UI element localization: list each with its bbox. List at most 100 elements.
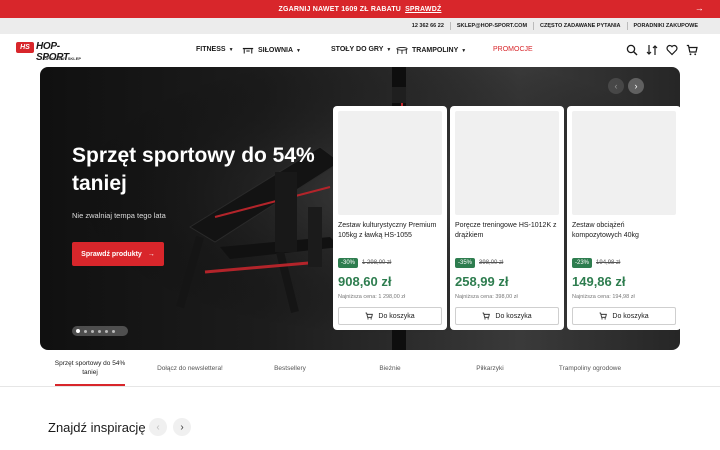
- faq-link[interactable]: CZĘSTO ZADAWANE PYTANIA: [533, 22, 626, 30]
- slider-dot[interactable]: [105, 329, 108, 333]
- nav-item-label: STOŁY DO GRY: [331, 46, 384, 53]
- add-to-cart-button[interactable]: Do koszyka: [338, 307, 442, 325]
- add-to-cart-button[interactable]: Do koszyka: [572, 307, 676, 325]
- chevron-down-icon: ▼: [296, 47, 301, 54]
- product-card[interactable]: Zestaw obciążeń kompozytowych 40kg -23% …: [567, 106, 680, 330]
- product-card[interactable]: Zestaw kulturystyczny Premium 105kg z ła…: [333, 106, 447, 330]
- heart-icon[interactable]: [666, 44, 678, 56]
- header-icons: [626, 44, 698, 56]
- cart-icon: [599, 312, 608, 320]
- tab-label: Trampoliny ogrodowe: [558, 364, 622, 372]
- nav-item-silownia[interactable]: SIŁOWNIA ▼: [242, 46, 301, 55]
- lowest-price-note: Najniższa cena: 194,98 zł: [572, 294, 635, 300]
- tab-pilkarzyki[interactable]: Piłkarzyki: [448, 350, 532, 386]
- compare-icon[interactable]: [646, 44, 658, 56]
- nav-item-label: SIŁOWNIA: [258, 47, 293, 54]
- chevron-down-icon: ▼: [228, 46, 234, 53]
- tab-sprzet-sportowy[interactable]: Sprzęt sportowy do 54% taniej: [48, 350, 132, 386]
- cart-icon: [482, 312, 491, 320]
- tab-bestsellery[interactable]: Bestsellery: [248, 350, 332, 386]
- product-title[interactable]: Zestaw kulturystyczny Premium 105kg z ła…: [338, 221, 442, 241]
- slider-dot[interactable]: [76, 329, 80, 333]
- slider-dot[interactable]: [84, 329, 87, 333]
- lowest-price-note: Najniższa cena: 398,00 zł: [455, 294, 518, 300]
- add-to-cart-label: Do koszyka: [495, 312, 532, 320]
- product-title[interactable]: Zestaw obciążeń kompozytowych 40kg: [572, 221, 676, 241]
- nav-item-stoly-do-gry[interactable]: STOŁY DO GRY ▼: [331, 46, 391, 53]
- product-price: 908,60 zł: [338, 274, 392, 289]
- promo-link[interactable]: SPRAWDŹ: [405, 6, 441, 13]
- add-to-cart-label: Do koszyka: [378, 312, 415, 320]
- chevron-right-icon: ›: [634, 81, 638, 91]
- add-to-cart-label: Do koszyka: [612, 312, 649, 320]
- divider: [0, 386, 720, 387]
- tab-label: Sprzęt sportowy do 54% taniej: [54, 360, 126, 376]
- product-image[interactable]: [455, 111, 559, 215]
- cart-icon[interactable]: [686, 44, 698, 56]
- nav-item-label: PROMOCJE: [493, 46, 533, 53]
- cart-icon: [365, 312, 374, 320]
- slider-dot[interactable]: [98, 329, 101, 333]
- tab-label: Bieżnie: [379, 364, 401, 372]
- tab-label: Dołącz do newslettera!: [157, 364, 223, 372]
- add-to-cart-button[interactable]: Do koszyka: [455, 307, 559, 325]
- slider-dot[interactable]: [112, 329, 115, 333]
- discount-badge: -23%: [572, 258, 593, 268]
- tab-bieznie[interactable]: Bieżnie: [348, 350, 432, 386]
- logo-mark: HS: [16, 42, 34, 53]
- old-price: 1 298,00 zł: [362, 260, 392, 266]
- tab-trampoliny-ogrodowe[interactable]: Trampoliny ogrodowe: [548, 350, 632, 386]
- email-link[interactable]: SKLEP@HOP-SPORT.COM: [449, 22, 533, 30]
- inspiration-next-button[interactable]: ›: [173, 418, 191, 436]
- product-card[interactable]: Poręcze treningowe HS-1012K z drążkiem -…: [450, 106, 564, 330]
- phone-link[interactable]: 12 362 66 22: [406, 22, 450, 30]
- product-title[interactable]: Poręcze treningowe HS-1012K z drążkiem: [455, 221, 559, 241]
- tab-newsletter[interactable]: Dołącz do newslettera!: [148, 350, 232, 386]
- section-title: Znajdź inspirację: [48, 420, 146, 435]
- slider-dot[interactable]: [91, 329, 94, 333]
- discount-badge: -30%: [338, 258, 359, 268]
- utility-links: 12 362 66 22 SKLEP@HOP-SPORT.COM CZĘSTO …: [406, 18, 704, 34]
- old-price: 194,98 zł: [596, 260, 621, 266]
- hero-banner: Sprzęt sportowy do 54% taniej Nie zwalni…: [40, 67, 680, 350]
- promo-bar[interactable]: ZGARNIJ NAWET 1609 ZŁ RABATU SPRAWDŹ →: [0, 0, 720, 18]
- site-header: HS HOP-SPORT OFICJALNY SKLEP FITNESS ▼ S…: [0, 34, 720, 68]
- carousel-prev-button[interactable]: ‹: [608, 78, 624, 94]
- chevron-down-icon: ▼: [386, 46, 392, 53]
- product-price-badges: -35% 398,00 zł: [455, 258, 503, 268]
- slider-dots: [72, 326, 128, 336]
- logo-subtitle: OFICJALNY SKLEP: [44, 56, 82, 61]
- hero-title: Sprzęt sportowy do 54% taniej: [72, 144, 315, 195]
- guides-link[interactable]: PORADNIKI ZAKUPOWE: [626, 22, 704, 30]
- discount-badge: -35%: [455, 258, 476, 268]
- promo-text: ZGARNIJ NAWET 1609 ZŁ RABATU: [278, 5, 402, 13]
- hero-cta-label: Sprawdź produkty: [81, 250, 142, 258]
- tab-label: Bestsellery: [274, 364, 306, 372]
- product-image[interactable]: [338, 111, 442, 215]
- product-price: 149,86 zł: [572, 274, 626, 289]
- nav-item-fitness[interactable]: FITNESS ▼: [196, 46, 234, 53]
- utility-bar: 12 362 66 22 SKLEP@HOP-SPORT.COM CZĘSTO …: [0, 18, 720, 34]
- nav-item-promocje[interactable]: PROMOCJE: [493, 46, 533, 53]
- hero-subtitle: Nie zwalniaj tempa tego lata: [72, 211, 166, 220]
- chevron-left-icon: ‹: [614, 81, 618, 91]
- product-price-badges: -30% 1 298,00 zł: [338, 258, 391, 268]
- product-price: 258,99 zł: [455, 274, 509, 289]
- hero-cta-button[interactable]: Sprawdź produkty →: [72, 242, 164, 266]
- lowest-price-note: Najniższa cena: 1 298,00 zł: [338, 294, 406, 300]
- arrow-right-icon[interactable]: →: [695, 3, 704, 13]
- nav-item-trampoliny[interactable]: TRAMPOLINY ▼: [396, 46, 466, 55]
- logo[interactable]: HS HOP-SPORT OFICJALNY SKLEP: [16, 41, 86, 63]
- chevron-left-icon: ‹: [156, 421, 160, 433]
- search-icon[interactable]: [626, 44, 638, 56]
- product-image[interactable]: [572, 111, 676, 215]
- inspiration-prev-button[interactable]: ‹: [149, 418, 167, 436]
- gym-bench-icon: [242, 47, 254, 54]
- chevron-right-icon: ›: [180, 421, 184, 433]
- tab-label: Piłkarzyki: [476, 364, 504, 372]
- carousel-next-button[interactable]: ›: [628, 78, 644, 94]
- product-price-badges: -23% 194,98 zł: [572, 258, 620, 268]
- old-price: 398,00 zł: [479, 260, 504, 266]
- hero-tabs: Sprzęt sportowy do 54% taniej Dołącz do …: [40, 350, 680, 386]
- arrow-right-icon: →: [147, 250, 155, 258]
